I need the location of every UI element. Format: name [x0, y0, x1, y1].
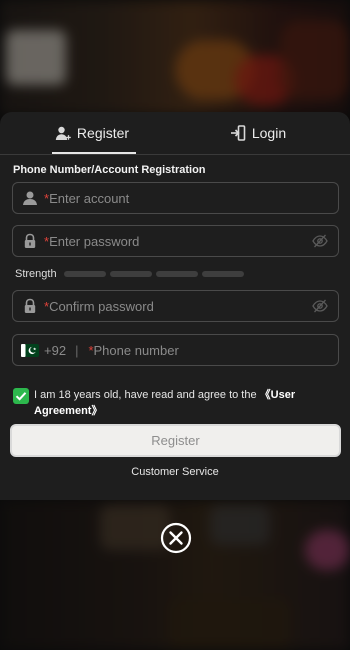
page: Register Login Phone Number/Account Regi…: [0, 0, 350, 650]
active-tab-indicator: [52, 152, 136, 154]
pakistan-flag-icon[interactable]: [21, 343, 39, 357]
confirm-password-input[interactable]: * Confirm password: [12, 290, 339, 322]
customer-service-link[interactable]: Customer Service: [0, 466, 350, 478]
registration-modal: Register Login Phone Number/Account Regi…: [0, 112, 350, 500]
agreement-statement: I am 18 years old, have read and agree t…: [34, 389, 260, 401]
agreement-text: I am 18 years old, have read and agree t…: [34, 387, 334, 419]
eye-off-icon[interactable]: [312, 234, 328, 248]
user-icon: [22, 190, 38, 206]
phone-placeholder: Phone number: [93, 342, 179, 358]
password-placeholder: Enter password: [49, 233, 140, 249]
phone-input[interactable]: +92 | * Phone number: [12, 334, 339, 366]
strength-bar: [202, 271, 244, 277]
lock-icon: [22, 298, 38, 314]
tab-login-label: Login: [251, 125, 287, 141]
section-title: Phone Number/Account Registration: [13, 164, 206, 176]
account-input[interactable]: * Enter account: [12, 182, 339, 214]
separator: |: [75, 342, 79, 358]
confirm-placeholder: Confirm password: [49, 298, 154, 314]
user-add-icon: [55, 125, 71, 141]
strength-bar: [64, 271, 106, 277]
auth-tabs: Register Login: [0, 112, 350, 155]
password-input[interactable]: * Enter password: [12, 225, 339, 257]
close-icon[interactable]: [160, 522, 192, 554]
strength-bar: [110, 271, 152, 277]
strength-label: Strength: [15, 268, 57, 280]
tab-register[interactable]: Register: [46, 112, 138, 154]
eye-off-icon[interactable]: [312, 299, 328, 313]
lock-icon: [22, 233, 38, 249]
check-icon: [15, 392, 27, 401]
country-code[interactable]: +92: [44, 343, 66, 358]
register-button[interactable]: Register: [10, 424, 341, 457]
login-door-icon: [230, 125, 246, 141]
tab-register-label: Register: [76, 125, 130, 141]
agreement-checkbox[interactable]: [13, 388, 29, 404]
account-placeholder: Enter account: [49, 190, 130, 206]
strength-bar: [156, 271, 198, 277]
tab-login[interactable]: Login: [222, 112, 294, 154]
